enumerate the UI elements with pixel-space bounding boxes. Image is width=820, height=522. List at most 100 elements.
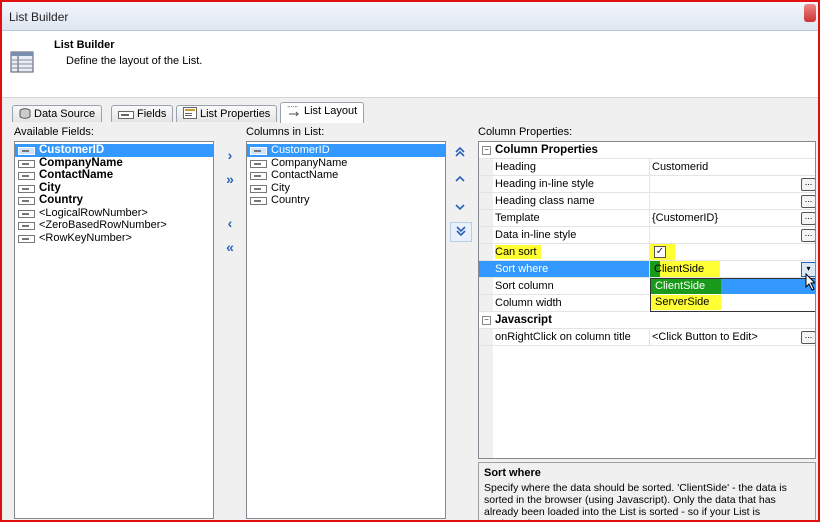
property-value[interactable]: ✓ bbox=[649, 244, 815, 260]
properties-icon bbox=[183, 107, 197, 119]
list-item[interactable]: City bbox=[15, 182, 213, 195]
onrightclick-value: <Click Button to Edit> bbox=[652, 331, 758, 343]
dropdown-option-label: ClientSide bbox=[655, 280, 706, 292]
property-name: Sort where bbox=[495, 261, 648, 277]
list-item[interactable]: <LogicalRowNumber> bbox=[15, 207, 213, 220]
property-value[interactable]: {CustomerID}... bbox=[649, 210, 815, 226]
collapse-icon[interactable]: − bbox=[482, 316, 491, 325]
category-javascript[interactable]: − Javascript bbox=[479, 312, 815, 329]
property-value[interactable]: ... bbox=[649, 193, 815, 209]
property-onrightclick[interactable]: onRightClick on column title <Click Butt… bbox=[479, 329, 815, 346]
wizard-header: List Builder Define the layout of the Li… bbox=[2, 31, 818, 98]
remove-all-fields-button[interactable]: « bbox=[221, 240, 239, 254]
dropdown-option-serverside[interactable]: ServerSide bbox=[651, 295, 815, 310]
can-sort-checkbox[interactable]: ✓ bbox=[654, 246, 666, 258]
tab-list-layout[interactable]: """ List Layout bbox=[280, 102, 365, 123]
field-icon bbox=[250, 172, 267, 180]
list-item[interactable]: CustomerID bbox=[15, 144, 213, 157]
field-icon bbox=[18, 222, 35, 230]
sort-where-dropdown[interactable]: ClientSide ServerSide bbox=[650, 278, 815, 312]
list-item[interactable]: ContactName bbox=[15, 169, 213, 182]
columns-in-list[interactable]: CustomerID CompanyName ContactName City Coun… bbox=[246, 141, 446, 519]
field-icon bbox=[18, 209, 35, 218]
property-value[interactable]: ClientSide ▾ bbox=[649, 261, 815, 277]
property-value[interactable]: ... bbox=[649, 176, 815, 192]
can-sort-label: Can sort bbox=[495, 245, 541, 259]
list-item-label: <LogicalRowNumber> bbox=[39, 206, 148, 219]
list-builder-icon bbox=[10, 51, 34, 73]
sort-where-value: ClientSide bbox=[654, 263, 705, 275]
available-fields-label: Available Fields: bbox=[14, 126, 94, 138]
field-icon bbox=[118, 111, 134, 119]
collapse-icon[interactable]: − bbox=[482, 146, 491, 155]
field-icon bbox=[18, 159, 35, 168]
ellipsis-button[interactable]: ... bbox=[801, 331, 815, 344]
list-item[interactable]: ContactName bbox=[247, 169, 445, 182]
property-name: Can sort bbox=[495, 244, 648, 260]
list-item[interactable]: City bbox=[247, 182, 445, 195]
header-description: Define the layout of the List. bbox=[66, 55, 203, 67]
list-item-label: Country bbox=[271, 194, 310, 206]
field-icon bbox=[18, 234, 35, 243]
dropdown-option-clientside[interactable]: ClientSide bbox=[651, 279, 815, 294]
property-template[interactable]: Template {CustomerID}... bbox=[479, 210, 815, 227]
add-all-fields-button[interactable]: » bbox=[221, 172, 239, 186]
list-item-label: CustomerID bbox=[271, 144, 330, 156]
field-icon bbox=[18, 172, 35, 180]
list-item[interactable]: CompanyName bbox=[15, 157, 213, 170]
columns-in-list-label: Columns in List: bbox=[246, 126, 325, 138]
tab-data-source[interactable]: Data Source bbox=[12, 105, 103, 122]
tab-list-layout-label: List Layout bbox=[304, 105, 358, 117]
category-label: Column Properties bbox=[495, 144, 598, 156]
list-item[interactable]: <ZeroBasedRowNumber> bbox=[15, 219, 213, 232]
remove-field-button[interactable]: ‹ bbox=[221, 216, 239, 230]
property-value[interactable]: Customerid bbox=[649, 159, 815, 175]
move-down-button[interactable] bbox=[450, 198, 470, 216]
list-item[interactable]: CompanyName bbox=[247, 157, 445, 170]
property-name: Heading in-line style bbox=[495, 178, 595, 190]
tab-fields[interactable]: Fields bbox=[111, 105, 174, 122]
field-icon bbox=[18, 147, 35, 155]
list-item[interactable]: Country bbox=[15, 194, 213, 207]
property-value[interactable]: ... bbox=[649, 227, 815, 243]
property-sort-where[interactable]: Sort where ClientSide ▾ bbox=[479, 261, 815, 278]
list-item-label: CompanyName bbox=[39, 156, 123, 169]
property-heading-class-name[interactable]: Heading class name ... bbox=[479, 193, 815, 210]
available-fields-list[interactable]: CustomerID CompanyName ContactName City Coun… bbox=[14, 141, 214, 519]
category-column-properties[interactable]: − Column Properties bbox=[479, 142, 815, 159]
mouse-cursor-icon bbox=[805, 273, 815, 291]
property-name: Template bbox=[495, 212, 540, 224]
field-icon bbox=[18, 197, 35, 205]
property-can-sort[interactable]: Can sort ✓ bbox=[479, 244, 815, 261]
move-bottom-button[interactable] bbox=[450, 222, 472, 242]
move-up-button[interactable] bbox=[450, 170, 470, 188]
description-text: Specify where the data should be sorted.… bbox=[484, 482, 787, 520]
move-top-button[interactable] bbox=[450, 144, 470, 162]
property-value[interactable]: <Click Button to Edit>... bbox=[649, 329, 815, 345]
tab-list-properties[interactable]: List Properties bbox=[176, 105, 278, 122]
list-item-label: City bbox=[39, 181, 61, 194]
list-item[interactable]: <RowKeyNumber> bbox=[15, 232, 213, 245]
double-chevron-down-icon bbox=[456, 226, 466, 237]
property-heading-inline-style[interactable]: Heading in-line style ... bbox=[479, 176, 815, 193]
close-button[interactable] bbox=[804, 4, 816, 22]
property-grid: − Column Properties Heading Customerid H… bbox=[478, 141, 816, 459]
ellipsis-button[interactable]: ... bbox=[801, 212, 815, 225]
list-builder-window: List Builder List Builder Define the lay… bbox=[0, 0, 820, 522]
field-icon bbox=[18, 184, 35, 193]
add-field-button[interactable]: › bbox=[221, 148, 239, 162]
list-item[interactable]: CustomerID bbox=[247, 144, 445, 157]
list-item-label: Country bbox=[39, 194, 84, 206]
list-item-label: <RowKeyNumber> bbox=[39, 231, 132, 244]
ellipsis-button[interactable]: ... bbox=[801, 178, 815, 191]
list-item-label: CustomerID bbox=[39, 144, 105, 156]
list-item-label: ContactName bbox=[271, 169, 339, 181]
list-item[interactable]: Country bbox=[247, 194, 445, 207]
property-heading[interactable]: Heading Customerid bbox=[479, 159, 815, 176]
window-title: List Builder bbox=[9, 10, 69, 24]
chevron-down-icon bbox=[455, 204, 465, 211]
chevron-up-icon bbox=[455, 175, 465, 182]
ellipsis-button[interactable]: ... bbox=[801, 195, 815, 208]
ellipsis-button[interactable]: ... bbox=[801, 229, 815, 242]
property-data-inline-style[interactable]: Data in-line style ... bbox=[479, 227, 815, 244]
